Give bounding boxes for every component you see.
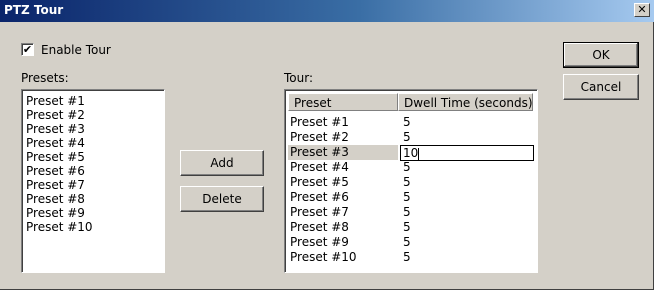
- tour-row-dwell-time[interactable]: 5: [403, 220, 411, 235]
- tour-row-dwell-time[interactable]: 5: [403, 115, 411, 130]
- tour-row-preset[interactable]: Preset #10: [290, 250, 357, 265]
- tour-row-dwell-time[interactable]: 5: [403, 190, 411, 205]
- tour-row-preset[interactable]: Preset #8: [290, 220, 349, 235]
- dwell-time-edit-field[interactable]: 10: [400, 145, 534, 161]
- tour-row-preset[interactable]: Preset #7: [290, 205, 349, 220]
- preset-list-item[interactable]: Preset #10: [26, 220, 93, 234]
- tour-row-preset[interactable]: Preset #3: [290, 145, 349, 160]
- preset-list-item[interactable]: Preset #9: [26, 206, 85, 220]
- tour-row-dwell-time[interactable]: 5: [403, 235, 411, 250]
- tour-table[interactable]: Preset Dwell Time (seconds) Preset #1 5 Pr…: [284, 89, 538, 273]
- delete-button[interactable]: Delete: [180, 186, 264, 212]
- dwell-time-edit-value: 10: [403, 146, 419, 160]
- tour-row-dwell-time[interactable]: 5: [403, 130, 411, 145]
- preset-list-item[interactable]: Preset #1: [26, 94, 85, 108]
- preset-list-item[interactable]: Preset #3: [26, 122, 85, 136]
- preset-list-item[interactable]: Preset #7: [26, 178, 85, 192]
- text-caret: [418, 147, 420, 160]
- tour-row-dwell-time[interactable]: 5: [403, 250, 411, 265]
- tour-row-preset[interactable]: Preset #6: [290, 190, 349, 205]
- close-icon: ✕: [637, 3, 647, 16]
- enable-tour-checkbox[interactable]: ✔: [21, 43, 34, 56]
- presets-label: Presets:: [21, 71, 69, 85]
- preset-list-item[interactable]: Preset #6: [26, 164, 85, 178]
- tour-row-preset[interactable]: Preset #4: [290, 160, 349, 175]
- tour-row-preset[interactable]: Preset #1: [290, 115, 349, 130]
- preset-list-item[interactable]: Preset #8: [26, 192, 85, 206]
- close-button[interactable]: ✕: [634, 3, 650, 17]
- enable-tour-label[interactable]: Enable Tour: [41, 43, 111, 57]
- tour-row-preset[interactable]: Preset #9: [290, 235, 349, 250]
- cancel-button[interactable]: Cancel: [563, 74, 639, 100]
- title-bar[interactable]: PTZ Tour ✕: [0, 0, 654, 22]
- check-icon: ✔: [22, 43, 33, 56]
- tour-row-dwell-time[interactable]: 5: [403, 205, 411, 220]
- add-button[interactable]: Add: [180, 150, 264, 176]
- column-header-preset[interactable]: Preset: [288, 93, 398, 111]
- ok-button[interactable]: OK: [563, 42, 639, 68]
- preset-list-item[interactable]: Preset #2: [26, 108, 85, 122]
- window-title: PTZ Tour: [4, 3, 64, 17]
- preset-list-item[interactable]: Preset #4: [26, 136, 85, 150]
- tour-row-dwell-time[interactable]: 5: [403, 160, 411, 175]
- column-header-dwell-time[interactable]: Dwell Time (seconds): [398, 93, 533, 111]
- ptz-tour-dialog: PTZ Tour ✕ ✔ Enable Tour Presets: Preset…: [0, 0, 654, 290]
- tour-row-preset[interactable]: Preset #2: [290, 130, 349, 145]
- preset-list-item[interactable]: Preset #5: [26, 150, 85, 164]
- tour-row-dwell-time[interactable]: 5: [403, 175, 411, 190]
- tour-row-preset[interactable]: Preset #5: [290, 175, 349, 190]
- presets-listbox[interactable]: Preset #1 Preset #2 Preset #3 Preset #4 Pres…: [21, 89, 165, 273]
- tour-label: Tour:: [284, 71, 314, 85]
